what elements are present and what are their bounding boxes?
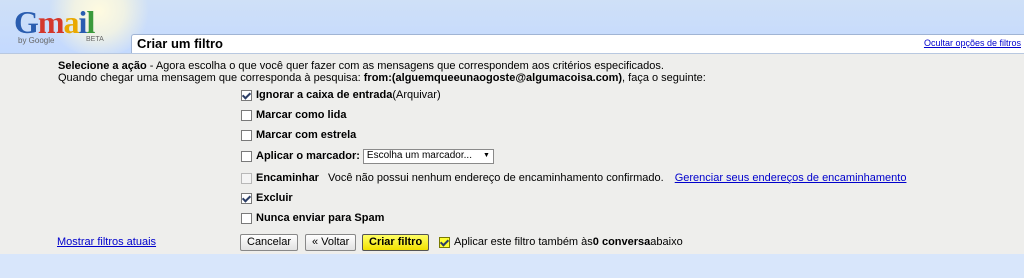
apply-label-checkbox[interactable]: [241, 150, 252, 162]
cancel-button[interactable]: Cancelar: [240, 234, 299, 251]
create-filter-button[interactable]: Criar filtro: [362, 234, 430, 251]
option-apply-label: Aplicar o marcador: Escolha um marcador.…: [241, 148, 494, 164]
logo-letter-m: m: [37, 4, 65, 40]
apply-existing-suffix: abaixo: [650, 236, 683, 248]
filter-action-panel: Selecione a ação - Agora escolha o que v…: [0, 53, 1024, 254]
page-title: Criar um filtro: [137, 36, 223, 51]
option-star: Marcar com estrela: [241, 128, 356, 142]
forward-label: Encaminhar: [256, 172, 319, 184]
instructions-text: - Agora escolha o que você quer fazer co…: [146, 60, 664, 72]
option-delete: Excluir: [241, 191, 293, 205]
forward-checkbox[interactable]: [241, 172, 252, 184]
filter-header-bar: Criar um filtro Ocultar opções de filtro…: [131, 34, 1024, 53]
search-match-prefix: Quando chegar uma mensagem que correspon…: [58, 72, 364, 84]
never-spam-label[interactable]: Nunca enviar para Spam: [256, 211, 384, 225]
star-label[interactable]: Marcar com estrela: [256, 128, 356, 142]
option-forward: Encaminhar Você não possui nenhum endere…: [241, 171, 906, 185]
delete-label[interactable]: Excluir: [256, 191, 293, 205]
star-checkbox[interactable]: [241, 129, 252, 141]
apply-existing-checkbox[interactable]: [439, 236, 450, 248]
logo-letter-a: a: [63, 4, 80, 40]
apply-existing-count: 0 conversa: [592, 236, 651, 248]
skip-inbox-label[interactable]: Ignorar a caixa de entrada: [256, 88, 392, 102]
option-apply-existing: Aplicar este filtro também às 0 conversa…: [439, 235, 683, 249]
mark-read-checkbox[interactable]: [241, 109, 252, 121]
skip-inbox-hint: (Arquivar): [392, 89, 441, 101]
never-spam-checkbox[interactable]: [241, 212, 252, 224]
back-button[interactable]: « Voltar: [305, 234, 357, 251]
mark-read-label[interactable]: Marcar como lida: [256, 108, 346, 122]
hide-filter-options-link[interactable]: Ocultar opções de filtros: [924, 38, 1021, 48]
skip-inbox-checkbox[interactable]: [241, 89, 252, 101]
gmail-logo[interactable]: Gmail by Google BETA: [14, 6, 114, 46]
label-select-value: Escolha um marcador...: [366, 150, 472, 161]
forward-note: Você não possui nenhum endereço de encam…: [327, 172, 664, 184]
option-mark-read: Marcar como lida: [241, 108, 346, 122]
bottom-strip: [0, 254, 1024, 278]
search-query: from:(alguemqueeunaogoste@algumacoisa.co…: [363, 72, 623, 84]
show-current-filters-link[interactable]: Mostrar filtros atuais: [57, 236, 156, 248]
delete-checkbox[interactable]: [241, 192, 252, 204]
apply-label-label[interactable]: Aplicar o marcador:: [256, 149, 360, 163]
logo-letter-l: l: [86, 4, 95, 40]
search-match-suffix: , faça o seguinte:: [622, 72, 706, 84]
logo-beta-badge: BETA: [86, 36, 104, 43]
option-skip-inbox: Ignorar a caixa de entrada (Arquivar): [241, 88, 441, 102]
instructions-heading: Selecione a ação: [58, 60, 147, 72]
chevron-down-icon: ▼: [482, 152, 490, 159]
apply-existing-prefix[interactable]: Aplicar este filtro também às: [454, 235, 593, 249]
option-never-spam: Nunca enviar para Spam: [241, 211, 384, 225]
label-select[interactable]: Escolha um marcador... ▼: [362, 148, 494, 164]
instructions: Selecione a ação - Agora escolha o que v…: [58, 60, 706, 84]
logo-letter-g: G: [14, 4, 39, 40]
logo-by-google: by Google: [18, 36, 55, 45]
manage-forwarding-link[interactable]: Gerenciar seus endereços de encaminhamen…: [675, 171, 907, 185]
